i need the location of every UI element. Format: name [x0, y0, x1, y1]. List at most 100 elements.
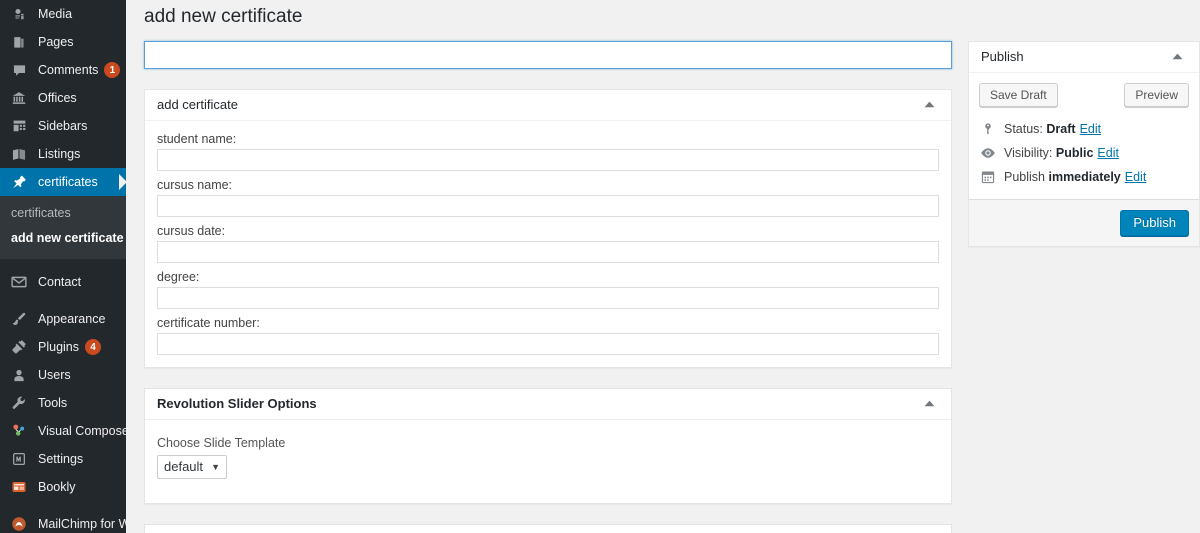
comments-icon — [9, 60, 29, 80]
post-status-label: Status: — [1004, 121, 1043, 136]
mailchimp-icon — [9, 514, 29, 533]
calendar-icon — [979, 170, 997, 184]
publish-metabox-header[interactable]: Publish — [969, 42, 1199, 73]
menu-separator — [0, 501, 126, 510]
post-body-content: add certificate student name: cursus nam… — [144, 40, 952, 533]
metabox-body-add-certificate: student name: cursus name: cursus date: … — [145, 121, 951, 367]
menu-separator — [0, 296, 126, 305]
sidebar-item-sidebars[interactable]: Sidebars — [0, 112, 126, 140]
metabox-title: Revolution Slider Options — [157, 396, 317, 412]
sidebar-item-label: Tools — [38, 396, 68, 410]
certificate-number-label: certificate number: — [157, 315, 260, 330]
sidebar-item-certificates[interactable]: certificates — [0, 168, 126, 196]
student-name-label: student name: — [157, 131, 237, 146]
cursus-name-label: cursus name: — [157, 177, 233, 192]
sidebar-item-settings[interactable]: Settings — [0, 445, 126, 473]
visual-composer-icon — [9, 421, 29, 441]
chevron-up-icon[interactable] — [919, 394, 939, 414]
sidebar-subitem-certificates[interactable]: certificates — [0, 201, 126, 226]
admin-sidebar: Media Pages Comments 1 Offices Sidebars Listin… — [0, 0, 126, 533]
sidebar-item-label: MailChimp for WP — [38, 517, 126, 531]
admin-content-area: add new certificate add certificate stud… — [126, 0, 1200, 533]
publish-metabox-title: Publish — [981, 49, 1024, 65]
chevron-up-icon[interactable] — [1167, 47, 1187, 67]
metabox-header-revolution-slider[interactable]: Revolution Slider Options — [145, 389, 951, 420]
sidebar-item-listings[interactable]: Listings — [0, 140, 126, 168]
edit-visibility-link[interactable]: Edit — [1097, 146, 1119, 160]
envelope-icon — [9, 272, 29, 292]
publish-metabox: Publish Save Draft Preview Status: Draft… — [968, 40, 1200, 247]
sidebar-item-label: Contact — [38, 275, 82, 289]
sidebar-item-label: Bookly — [38, 480, 76, 494]
sidebar-item-tools[interactable]: Tools — [0, 389, 126, 417]
metabox-revolution-slider-options: Revolution Slider Options Choose Slide T… — [144, 387, 952, 504]
sidebar-item-contact[interactable]: Contact — [0, 268, 126, 296]
sidebar-item-pages[interactable]: Pages — [0, 28, 126, 56]
sidebar-item-comments[interactable]: Comments 1 — [0, 56, 126, 84]
save-draft-button[interactable]: Save Draft — [979, 82, 1058, 107]
post-schedule-label: Publish — [1004, 169, 1045, 184]
metabox-title: add certificate — [157, 97, 238, 113]
bookly-icon — [9, 477, 29, 497]
title-wrap — [144, 40, 952, 69]
sidebar-item-badge: 1 — [104, 62, 121, 78]
side-sortables: Publish Save Draft Preview Status: Draft… — [968, 40, 1200, 533]
users-icon — [9, 365, 29, 385]
edit-schedule-link[interactable]: Edit — [1125, 170, 1147, 184]
sidebar-subitem-add-new-certificate[interactable]: add new certificate — [0, 226, 126, 251]
sidebar-item-plugins[interactable]: Plugins 4 — [0, 333, 126, 361]
pages-icon — [9, 32, 29, 52]
sidebar-item-bookly[interactable]: Bookly — [0, 473, 126, 501]
sidebar-item-label: Settings — [38, 452, 84, 466]
publish-button[interactable]: Publish — [1120, 209, 1189, 236]
admin-screen: Media Pages Comments 1 Offices Sidebars Listin… — [0, 0, 1200, 533]
cursus-date-field[interactable] — [157, 240, 939, 263]
sidebar-item-label: Sidebars — [38, 119, 88, 133]
sidebar-item-mailchimp-for-wp[interactable]: MailChimp for WP — [0, 510, 126, 533]
student-name-field[interactable] — [157, 148, 939, 171]
chevron-up-icon[interactable] — [919, 95, 939, 115]
visibility-eye-icon — [979, 146, 997, 160]
edit-status-link[interactable]: Edit — [1080, 122, 1102, 136]
sidebar-item-label: Comments — [38, 63, 99, 77]
post-status-row: Status: Draft Edit — [979, 117, 1189, 141]
post-visibility-value: Public — [1055, 145, 1094, 160]
preview-button[interactable]: Preview — [1124, 82, 1189, 107]
sidebar-item-users[interactable]: Users — [0, 361, 126, 389]
cursus-date-label: cursus date: — [157, 223, 226, 238]
sidebar-item-label: Plugins — [38, 340, 79, 354]
plugins-plug-icon — [9, 337, 29, 357]
certificate-number-field[interactable] — [157, 332, 939, 355]
publish-metabox-body: Save Draft Preview Status: Draft Edit Vi… — [969, 73, 1199, 246]
sidebar-item-media[interactable]: Media — [0, 0, 126, 28]
page-title: add new certificate — [144, 6, 303, 27]
sidebar-item-label: Listings — [38, 147, 81, 161]
appearance-brush-icon — [9, 309, 29, 329]
metabox-add-certificate-photo: add certificate photo Set featured image — [144, 523, 952, 533]
post-visibility-label: Visibility: — [1004, 145, 1053, 160]
post-visibility-row: Visibility: Public Edit — [979, 141, 1189, 165]
sidebar-item-appearance[interactable]: Appearance — [0, 305, 126, 333]
degree-field[interactable] — [157, 286, 939, 309]
post-status-value: Draft — [1046, 121, 1076, 136]
choose-slide-template-label: Choose Slide Template — [157, 435, 286, 450]
settings-icon — [9, 449, 29, 469]
metabox-header-certificate-photo[interactable]: add certificate photo — [145, 525, 951, 533]
sidebar-item-label: Visual Composer — [38, 424, 126, 438]
metabox-add-certificate: add certificate student name: cursus nam… — [144, 88, 952, 368]
media-icon — [9, 4, 29, 24]
sidebar-item-offices[interactable]: Offices — [0, 84, 126, 112]
cursus-name-field[interactable] — [157, 194, 939, 217]
degree-label: degree: — [157, 269, 200, 284]
metabox-body-revolution-slider: Choose Slide Template default ▼ — [145, 420, 951, 503]
offices-icon — [9, 88, 29, 108]
post-title-input[interactable] — [144, 40, 952, 69]
sidebars-icon — [9, 116, 29, 136]
sidebar-item-label: Appearance — [38, 312, 106, 326]
sidebar-item-badge: 4 — [85, 339, 101, 355]
post-schedule-row: Publish immediately Edit — [979, 165, 1189, 189]
slide-template-select[interactable]: default — [157, 454, 227, 479]
metabox-header-add-certificate[interactable]: add certificate — [145, 90, 951, 121]
sidebar-item-visual-composer[interactable]: Visual Composer — [0, 417, 126, 445]
sidebar-item-label: certificates — [38, 175, 98, 189]
